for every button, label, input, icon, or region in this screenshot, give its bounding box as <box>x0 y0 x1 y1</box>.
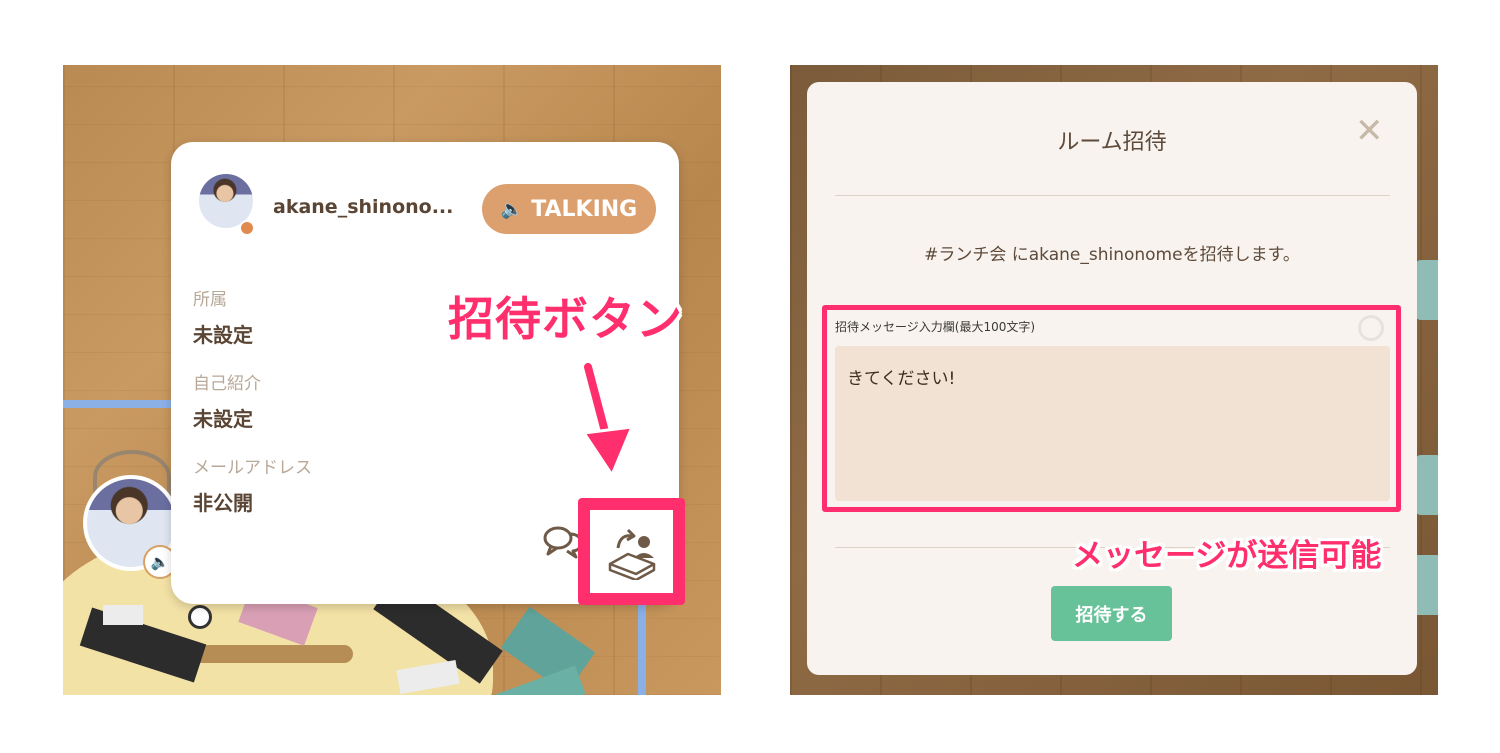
room-background: ルーム招待 ✕ #ランチ会 にakane_shinonomeを招待します。 招待… <box>790 65 1438 695</box>
chat-icon[interactable] <box>543 524 583 566</box>
invite-button[interactable] <box>590 510 673 593</box>
invite-message-input[interactable]: きてください! <box>835 346 1390 501</box>
speaker-icon: 🔈 <box>500 198 524 220</box>
annotation-invite-button: 招待ボタン <box>448 292 683 346</box>
invite-user-icon <box>608 528 655 580</box>
character-counter-ring <box>1358 315 1384 341</box>
table-decoration <box>183 645 353 663</box>
annotation-arrow-icon <box>581 363 634 477</box>
field-value-email: 非公開 <box>193 491 253 515</box>
invite-submit-button[interactable]: 招待する <box>1051 586 1172 641</box>
field-value-bio: 未設定 <box>193 407 253 431</box>
cup-decoration <box>188 605 212 629</box>
modal-title: ルーム招待 <box>1057 130 1167 155</box>
status-dot <box>239 220 255 236</box>
invite-description: #ランチ会 にakane_shinonomeを招待します。 <box>924 245 1300 265</box>
divider <box>835 195 1390 196</box>
invite-button-highlight <box>578 498 685 605</box>
username: akane_shinono... <box>273 196 454 218</box>
chair-decoration <box>1415 260 1438 320</box>
status-badge: 🔈 TALKING <box>482 184 656 234</box>
field-label-bio: 自己紹介 <box>193 374 261 394</box>
room-invite-modal: ルーム招待 ✕ #ランチ会 にakane_shinonomeを招待します。 招待… <box>807 82 1417 675</box>
field-label-affiliation: 所属 <box>193 290 227 310</box>
close-icon[interactable]: ✕ <box>1355 114 1384 148</box>
message-field-label: 招待メッセージ入力欄(最大100文字) <box>835 320 1036 334</box>
room-floor-scene: 🔈 akane_shinono... 🔈 TALKING 所属 未設定 自己紹介… <box>63 65 721 695</box>
floor-divider <box>638 605 646 695</box>
paper-decoration <box>103 605 143 625</box>
field-value-affiliation: 未設定 <box>193 323 253 347</box>
floor-divider <box>63 400 173 408</box>
field-label-email: メールアドレス <box>193 458 312 478</box>
chair-decoration <box>1415 455 1438 515</box>
annotation-message-sendable: メッセージが送信可能 <box>1072 538 1382 574</box>
status-badge-label: TALKING <box>531 196 638 222</box>
